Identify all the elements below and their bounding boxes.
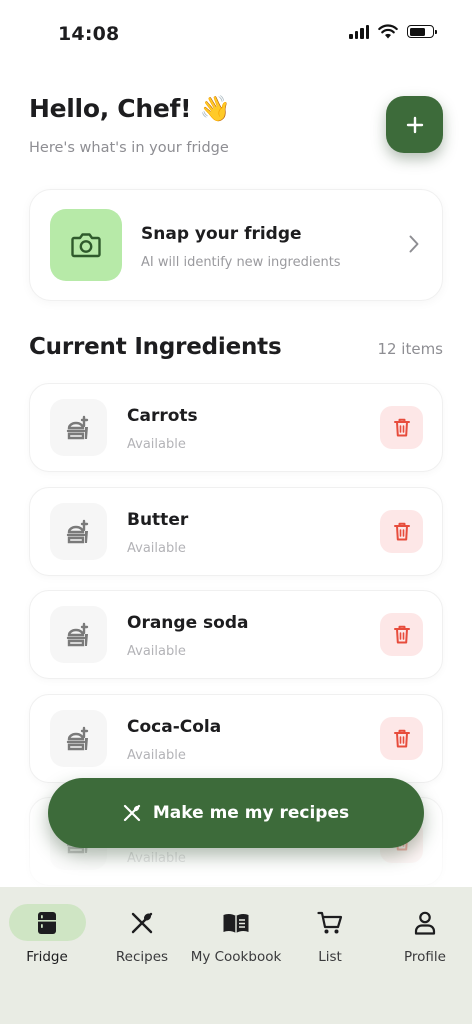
food-icon [66, 519, 88, 543]
tab-profile[interactable]: Profile [378, 887, 472, 977]
ingredient-card[interactable]: Butter Available [29, 487, 443, 576]
book-icon [223, 913, 249, 933]
tab-bar: Fridge Recipes My Cookbook List Profile [0, 887, 472, 1024]
tab-label: Profile [404, 949, 446, 965]
snap-fridge-card[interactable]: Snap your fridge AI will identify new in… [29, 189, 443, 301]
tab-label: List [318, 949, 342, 965]
status-time: 14:08 [58, 23, 120, 45]
status-icons [349, 24, 437, 39]
trash-icon [393, 418, 410, 437]
ingredient-status: Available [127, 851, 186, 866]
utensils-icon [131, 912, 153, 933]
ingredient-status: Available [127, 644, 186, 659]
tab-label: Fridge [26, 949, 68, 965]
greeting-title: Hello, Chef! 👋 [29, 94, 231, 123]
utensils-icon [123, 804, 140, 822]
food-icon-box [50, 606, 107, 663]
ingredient-status: Available [127, 437, 186, 452]
food-icon-box [50, 710, 107, 767]
ingredient-count: 12 items [377, 340, 443, 358]
chevron-right-icon [409, 235, 419, 253]
ingredient-name: Carrots [127, 406, 198, 426]
delete-ingredient-button[interactable] [380, 717, 423, 760]
food-icon-box [50, 399, 107, 456]
food-icon [66, 622, 88, 646]
ingredient-name: Coca-Cola [127, 717, 222, 737]
greeting-subtitle: Here's what's in your fridge [29, 140, 229, 156]
ingredient-card[interactable]: Orange soda Available [29, 590, 443, 679]
delete-ingredient-button[interactable] [380, 613, 423, 656]
food-icon-box [50, 503, 107, 560]
battery-icon [407, 25, 437, 38]
plus-icon [406, 116, 423, 133]
trash-icon [393, 729, 410, 748]
status-bar: 14:08 [0, 0, 472, 70]
cart-icon [317, 911, 343, 933]
delete-ingredient-button[interactable] [380, 510, 423, 553]
delete-ingredient-button[interactable] [380, 406, 423, 449]
ingredient-status: Available [127, 541, 186, 556]
tab-fridge[interactable]: Fridge [0, 887, 94, 977]
ingredient-status: Available [127, 748, 186, 763]
section-title: Current Ingredients [29, 334, 282, 360]
food-icon [66, 415, 88, 439]
tab-list[interactable]: List [283, 887, 377, 977]
snap-card-title: Snap your fridge [141, 224, 302, 244]
tab-label: Recipes [115, 949, 169, 965]
tab-my-cookbook[interactable]: My Cookbook [189, 887, 283, 977]
tab-label: My Cookbook [190, 949, 282, 965]
person-icon [414, 911, 436, 935]
ingredient-name: Orange soda [127, 613, 249, 633]
tab-recipes[interactable]: Recipes [95, 887, 189, 977]
camera-icon [71, 233, 101, 258]
food-icon [66, 726, 88, 750]
trash-icon [393, 625, 410, 644]
make-recipes-button[interactable]: Make me my recipes [48, 778, 424, 848]
wifi-icon [378, 24, 398, 39]
ingredient-card[interactable]: Coca-Cola Available [29, 694, 443, 783]
ingredient-card[interactable]: Carrots Available [29, 383, 443, 472]
fridge-icon [38, 911, 56, 934]
cellular-signal-icon [349, 24, 369, 39]
trash-icon [393, 522, 410, 541]
make-recipes-label: Make me my recipes [152, 803, 350, 823]
add-ingredient-button[interactable] [386, 96, 443, 153]
tab-active-indicator [8, 904, 86, 941]
snap-icon-box [50, 209, 122, 281]
snap-card-subtitle: AI will identify new ingredients [141, 255, 341, 270]
ingredient-name: Butter [127, 510, 189, 530]
